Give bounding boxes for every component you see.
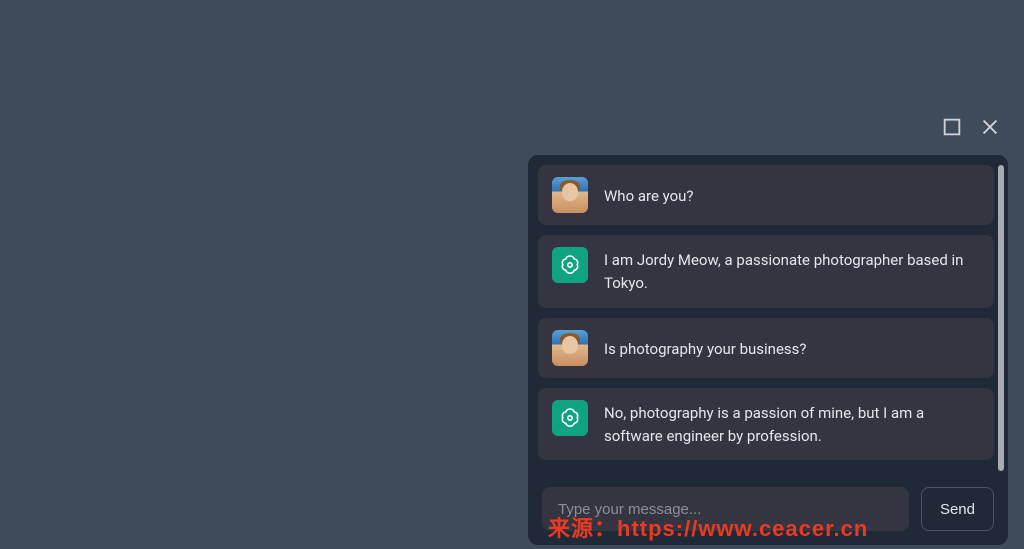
ai-avatar-icon	[552, 400, 588, 436]
message-text: I am Jordy Meow, a passionate photograph…	[604, 247, 980, 296]
message-text: Who are you?	[604, 177, 694, 208]
close-icon[interactable]	[978, 115, 1002, 139]
message-row: Who are you?	[538, 165, 994, 225]
maximize-icon[interactable]	[940, 115, 964, 139]
chat-panel: Who are you? I am Jordy Meow, a passiona…	[528, 155, 1008, 545]
message-list: Who are you? I am Jordy Meow, a passiona…	[538, 165, 994, 475]
user-avatar-icon	[552, 330, 588, 366]
ai-avatar-icon	[552, 247, 588, 283]
message-text: Is photography your business?	[604, 330, 806, 361]
message-text: No, photography is a passion of mine, bu…	[604, 400, 980, 449]
message-input[interactable]	[542, 487, 909, 531]
window-controls	[940, 115, 1002, 139]
message-row: Is photography your business?	[538, 318, 994, 378]
chat-input-bar: Send	[528, 475, 1008, 545]
messages-viewport: Who are you? I am Jordy Meow, a passiona…	[528, 155, 1008, 475]
message-row: No, photography is a passion of mine, bu…	[538, 388, 994, 461]
scrollbar[interactable]	[998, 165, 1004, 471]
message-row: I am Jordy Meow, a passionate photograph…	[538, 235, 994, 308]
user-avatar-icon	[552, 177, 588, 213]
send-button[interactable]: Send	[921, 487, 994, 531]
scrollbar-thumb[interactable]	[998, 165, 1004, 471]
